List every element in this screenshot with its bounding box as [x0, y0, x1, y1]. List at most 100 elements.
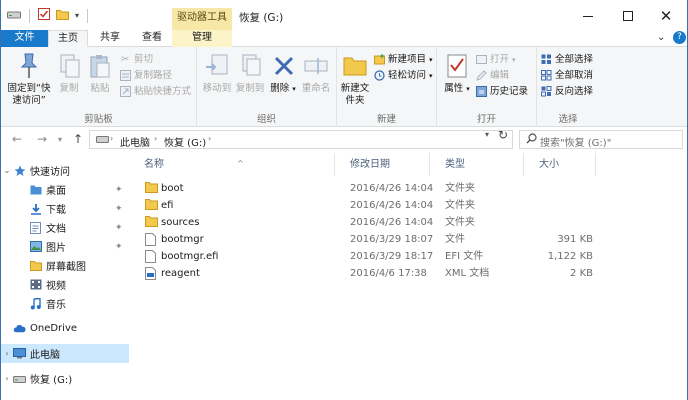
column-header-name-label: 名称 — [144, 159, 164, 170]
file-row[interactable]: bootmgr.efi 2016/3/29 18:17 EFI 文件 1,122… — [129, 248, 687, 265]
delete-dropdown-icon: ▾ — [292, 85, 296, 93]
tab-file[interactable]: 文件 — [1, 30, 48, 47]
help-icon[interactable]: ? — [673, 31, 686, 44]
search-box[interactable]: 搜索"恢复 (G:)" — [519, 130, 683, 149]
tab-manage[interactable]: 管理 — [172, 30, 232, 47]
nav-item-downloads[interactable]: 下载 ✦ — [1, 199, 129, 218]
select-none-button[interactable]: 全部取消 — [540, 68, 593, 83]
pin-quick-access-label: 固定到“快速访问” — [7, 83, 51, 106]
file-date: 2016/3/29 18:07 — [350, 234, 434, 245]
drive-chevron-icon[interactable]: › — [1, 374, 13, 383]
minimize-button[interactable] — [571, 4, 605, 28]
pin-quick-access-button[interactable]: 固定到“快速访问” — [5, 51, 53, 107]
nav-item-music-label: 音乐 — [46, 300, 66, 311]
copy-button[interactable]: 复制 — [55, 51, 83, 95]
pin-icon-pictures: ✦ — [115, 241, 123, 252]
desktop-icon — [29, 183, 42, 196]
maximize-button[interactable] — [611, 4, 645, 28]
file-list: 名称 ^ 修改日期 类型 大小 boot 2016/4/26 14:04 文件夹… — [129, 153, 687, 400]
paste-shortcut-button[interactable]: 粘贴快捷方式 — [119, 84, 191, 99]
up-arrow-icon[interactable]: ↑ — [73, 132, 83, 146]
paste-icon — [85, 51, 115, 81]
properties-button[interactable]: 属性 ▾ — [441, 51, 473, 95]
nav-drive-g[interactable]: › 恢复 (G:) — [1, 369, 129, 388]
file-row[interactable]: boot 2016/4/26 14:04 文件夹 — [129, 180, 687, 197]
address-bar[interactable]: › 此电脑 › 恢复 (G:) › — [89, 130, 513, 149]
nav-quick-access[interactable]: ⌄ 快速访问 — [1, 161, 129, 180]
nav-item-music[interactable]: 音乐 — [1, 294, 129, 313]
select-none-label: 全部取消 — [555, 69, 594, 81]
paste-button[interactable]: 粘贴 — [85, 51, 115, 95]
invert-selection-icon — [540, 86, 552, 98]
open-button[interactable]: 打开 ▾ — [475, 52, 516, 67]
qat-dropdown-icon[interactable]: ▾ — [75, 11, 79, 20]
sort-ascending-icon: ^ — [237, 159, 244, 168]
nav-quick-access-label: 快速访问 — [30, 167, 70, 178]
easy-access-button[interactable]: 轻松访问 ▾ — [373, 68, 433, 83]
tab-view[interactable]: 查看 — [132, 30, 172, 47]
column-header-size[interactable]: 大小 — [524, 153, 596, 176]
nav-onedrive[interactable]: OneDrive — [1, 319, 129, 338]
file-row[interactable]: sources 2016/4/26 14:04 文件夹 — [129, 214, 687, 231]
new-item-label: 新建项目 — [388, 53, 427, 65]
file-icon — [145, 233, 158, 246]
column-header-name[interactable]: 名称 ^ — [129, 153, 335, 176]
column-header-type[interactable]: 类型 — [430, 153, 524, 176]
folder-icon — [29, 259, 42, 272]
file-row[interactable]: efi 2016/4/26 14:04 文件夹 — [129, 197, 687, 214]
breadcrumb-drive[interactable]: 恢复 (G:) — [164, 134, 206, 149]
nav-item-pictures[interactable]: 图片 ✦ — [1, 237, 129, 256]
expand-chevron-icon[interactable]: ⌄ — [1, 166, 13, 175]
move-to-label: 移动到 — [202, 83, 232, 94]
title-bar: ▾ 驱动器工具 恢复 (G:) ✕ — [1, 0, 687, 30]
move-to-button[interactable]: 移动到 — [201, 51, 233, 95]
folder-icon — [145, 199, 158, 212]
new-item-button[interactable]: 新建项目 ▾ — [373, 52, 433, 67]
close-button[interactable]: ✕ — [649, 4, 683, 28]
rename-label: 重命名 — [301, 83, 331, 94]
nav-drive-g-label: 恢复 (G:) — [30, 375, 73, 386]
history-button[interactable]: 历史记录 — [475, 84, 528, 99]
breadcrumb-this-pc[interactable]: 此电脑 — [120, 134, 150, 149]
this-pc-chevron-icon[interactable]: › — [1, 349, 13, 358]
refresh-icon[interactable]: ↻ — [498, 128, 508, 142]
nav-this-pc[interactable]: › 此电脑 — [1, 344, 129, 363]
organize-group: 移动到 复制到 删除 ▾ 重命名 组织 — [197, 47, 337, 127]
address-dropdown-icon[interactable]: ▾ — [485, 130, 489, 139]
file-row[interactable]: reagent 2016/4/6 17:38 XML 文档 2 KB — [129, 265, 687, 282]
file-size: 2 KB — [570, 268, 593, 279]
tab-share[interactable]: 共享 — [90, 30, 130, 47]
nav-item-screenshots[interactable]: 屏幕截图 — [1, 256, 129, 275]
copy-to-label: 复制到 — [235, 83, 265, 94]
nav-item-desktop[interactable]: 桌面 ✦ — [1, 180, 129, 199]
column-header-type-label: 类型 — [445, 159, 465, 170]
new-folder-button[interactable]: 新建文件夹 — [339, 51, 371, 107]
tab-home[interactable]: 主页 — [48, 30, 88, 48]
scissors-icon: ✂ — [121, 53, 129, 65]
select-all-button[interactable]: 全部选择 — [540, 52, 593, 67]
edit-button[interactable]: 编辑 — [475, 68, 509, 83]
copy-to-button[interactable]: 复制到 — [234, 51, 266, 95]
ribbon-collapse-icon[interactable]: ⌄ — [657, 32, 665, 43]
recent-locations-dropdown-icon[interactable]: ▾ — [58, 135, 62, 144]
copy-path-button[interactable]: 复制路径 — [119, 68, 172, 83]
properties-check-icon[interactable] — [38, 8, 50, 23]
select-none-icon — [540, 70, 552, 82]
file-date: 2016/4/26 14:04 — [350, 200, 434, 211]
documents-icon — [29, 221, 42, 234]
invert-selection-button[interactable]: 反向选择 — [540, 84, 593, 99]
nav-item-videos[interactable]: 视频 — [1, 275, 129, 294]
copy-label: 复制 — [59, 83, 79, 94]
file-row[interactable]: bootmgr 2016/3/29 18:07 文件 391 KB — [129, 231, 687, 248]
new-folder-qat-icon[interactable] — [56, 9, 69, 23]
cut-button[interactable]: ✂ 剪切 — [119, 52, 153, 67]
forward-arrow-icon[interactable]: → — [37, 132, 47, 146]
column-header-date[interactable]: 修改日期 — [335, 153, 430, 176]
back-arrow-icon[interactable]: ← — [12, 132, 22, 146]
nav-item-documents[interactable]: 文档 ✦ — [1, 218, 129, 237]
rename-button[interactable]: 重命名 — [299, 51, 333, 95]
window-title: 恢复 (G:) — [239, 12, 284, 24]
new-group: 新建文件夹 新建项目 ▾ 轻松访问 ▾ 新建 — [337, 47, 437, 127]
properties-icon — [442, 51, 472, 81]
delete-button[interactable]: 删除 ▾ — [269, 51, 297, 95]
